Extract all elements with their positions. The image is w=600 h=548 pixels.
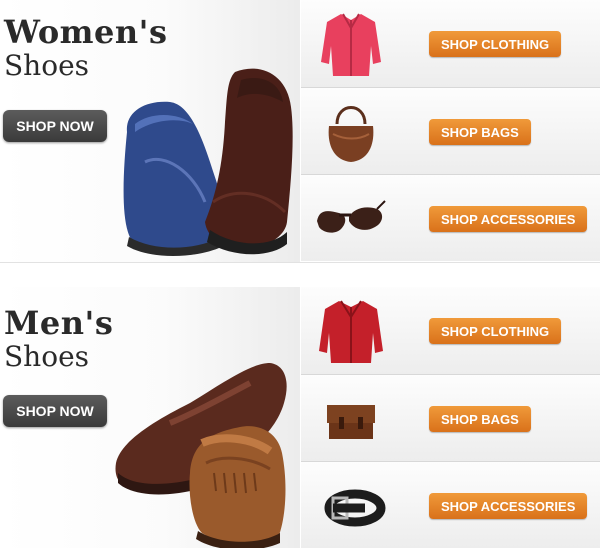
mens-category-list: SHOP CLOTHING SHOP BAGS SHOP ACCESSORIES bbox=[301, 287, 600, 548]
pink-jacket-icon[interactable] bbox=[315, 6, 387, 80]
brown-handbag-icon[interactable] bbox=[315, 94, 387, 168]
mens-shoes-hero[interactable]: Men's Shoes SHOP NOW bbox=[0, 287, 300, 548]
mens-title-bold: Men's bbox=[4, 304, 114, 342]
mens-row-accessories: SHOP ACCESSORIES bbox=[301, 461, 600, 548]
mens-shop-clothing-button[interactable]: SHOP CLOTHING bbox=[429, 318, 562, 344]
section-divider bbox=[0, 262, 600, 287]
mens-row-clothing: SHOP CLOTHING bbox=[301, 287, 600, 374]
mens-section: Men's Shoes SHOP NOW SHOP CLOTHING SHOP … bbox=[0, 287, 600, 548]
womens-shop-bags-button[interactable]: SHOP BAGS bbox=[429, 119, 531, 145]
womens-title-bold: Women's bbox=[4, 13, 168, 51]
womens-shoes-hero[interactable]: Women's Shoes SHOP NOW bbox=[0, 0, 300, 262]
mens-shop-now-button[interactable]: SHOP NOW bbox=[3, 395, 107, 427]
leather-messenger-bag-icon[interactable] bbox=[315, 381, 387, 455]
mens-shoes-title: Men's Shoes bbox=[4, 307, 113, 371]
mens-title-light: Shoes bbox=[4, 340, 90, 373]
womens-shop-clothing-button[interactable]: SHOP CLOTHING bbox=[429, 31, 562, 57]
womens-row-bags: SHOP BAGS bbox=[301, 87, 600, 174]
womens-section: Women's Shoes SHOP NOW SHOP CLOTHING SHO… bbox=[0, 0, 600, 262]
red-fleece-jacket-icon[interactable] bbox=[315, 293, 387, 367]
womens-row-clothing: SHOP CLOTHING bbox=[301, 0, 600, 87]
mens-shop-accessories-button[interactable]: SHOP ACCESSORIES bbox=[429, 493, 588, 519]
mens-shop-bags-button[interactable]: SHOP BAGS bbox=[429, 406, 531, 432]
womens-clogs-image bbox=[123, 68, 293, 256]
sunglasses-icon[interactable] bbox=[315, 181, 387, 255]
womens-shop-now-button[interactable]: SHOP NOW bbox=[3, 110, 107, 142]
mens-loafers-image bbox=[115, 363, 287, 548]
womens-row-accessories: SHOP ACCESSORIES bbox=[301, 174, 600, 261]
womens-category-list: SHOP CLOTHING SHOP BAGS SHOP ACCESSORIES bbox=[301, 0, 600, 262]
womens-shop-accessories-button[interactable]: SHOP ACCESSORIES bbox=[429, 206, 588, 232]
mens-row-bags: SHOP BAGS bbox=[301, 374, 600, 461]
black-belt-icon[interactable] bbox=[315, 468, 387, 542]
